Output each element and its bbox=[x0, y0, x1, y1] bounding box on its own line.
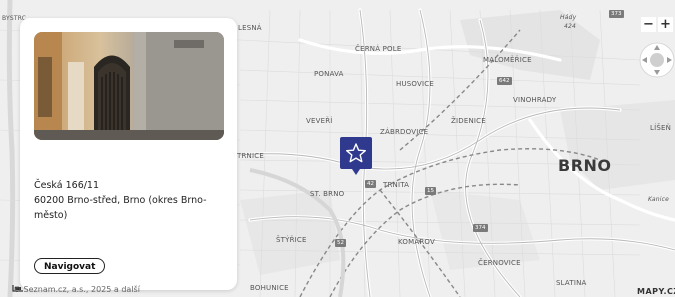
road-shield-642: 642 bbox=[497, 77, 512, 85]
zoom-in-button[interactable]: + bbox=[658, 17, 673, 32]
zoom-out-button[interactable]: − bbox=[641, 17, 656, 32]
map-label-styrice: ŠTÝŘICE bbox=[276, 236, 307, 244]
map-label-lisen: LÍŠEŇ bbox=[650, 124, 672, 132]
navigate-button[interactable]: Navigovat bbox=[34, 258, 106, 274]
brand-logo[interactable]: MAPY.CZ bbox=[637, 287, 675, 296]
map-label-malomerice: MALOMĚŘICE bbox=[483, 56, 532, 64]
address-city: 60200 Brno-střed, Brno (okres Brno-město… bbox=[34, 195, 207, 221]
map-label-komarov: KOMÁROV bbox=[398, 238, 435, 246]
location-marker[interactable] bbox=[340, 137, 372, 175]
map-label-ponava: PONAVA bbox=[314, 70, 344, 78]
copyright-text[interactable]: © Seznam.cz, a.s., 2025 a další bbox=[13, 285, 140, 294]
map-label-hady: Hády bbox=[560, 14, 577, 21]
map-label-husovice: HUSOVICE bbox=[396, 80, 434, 88]
address-street: Česká 166/11 bbox=[34, 180, 100, 191]
road-shield-a: 42 bbox=[365, 180, 376, 188]
map-label-city-brno: BRNO bbox=[558, 156, 612, 175]
map-label-kanice: Kanice bbox=[648, 196, 670, 203]
map-label-trnice: TRNICE bbox=[237, 152, 264, 160]
map-label-cernovice: ČERNOVICE bbox=[478, 259, 521, 267]
place-info-card: Česká 166/11 60200 Brno-střed, Brno (okr… bbox=[20, 18, 237, 290]
map-canvas[interactable]: BYSTRC LESNÁ ČERNÁ POLE PONAVA HUSOVICE … bbox=[0, 0, 675, 297]
map-label-zidenice: ŽIDENICE bbox=[451, 117, 486, 125]
map-label-cerna-pole: ČERNÁ POLE bbox=[355, 45, 402, 53]
map-label-zabrdovice: ZÁBRDOVICE bbox=[380, 128, 429, 136]
road-shield-373: 373 bbox=[609, 10, 624, 18]
map-label-veveri: VEVEŘÍ bbox=[306, 117, 333, 125]
compass-control[interactable] bbox=[639, 42, 675, 78]
road-shield-52: 52 bbox=[335, 239, 346, 247]
map-label-hady-elevation: 424 bbox=[564, 23, 577, 30]
map-label-trnita: TRNITA bbox=[383, 181, 410, 189]
place-photo[interactable] bbox=[34, 32, 224, 140]
star-icon bbox=[345, 143, 366, 163]
map-label-slatina: SLATINA bbox=[556, 279, 587, 287]
map-label-stary-brno: ST. BRNO bbox=[310, 190, 345, 198]
road-shield-b: 15 bbox=[425, 187, 436, 195]
map-label-bohunice: BOHUNICE bbox=[250, 284, 289, 292]
compass-icon bbox=[639, 42, 675, 78]
road-shield-374: 374 bbox=[473, 224, 488, 232]
map-label-lesna: LESNÁ bbox=[238, 24, 262, 32]
building-photo bbox=[34, 32, 224, 140]
map-label-vinohrady: VINOHRADY bbox=[513, 96, 557, 104]
